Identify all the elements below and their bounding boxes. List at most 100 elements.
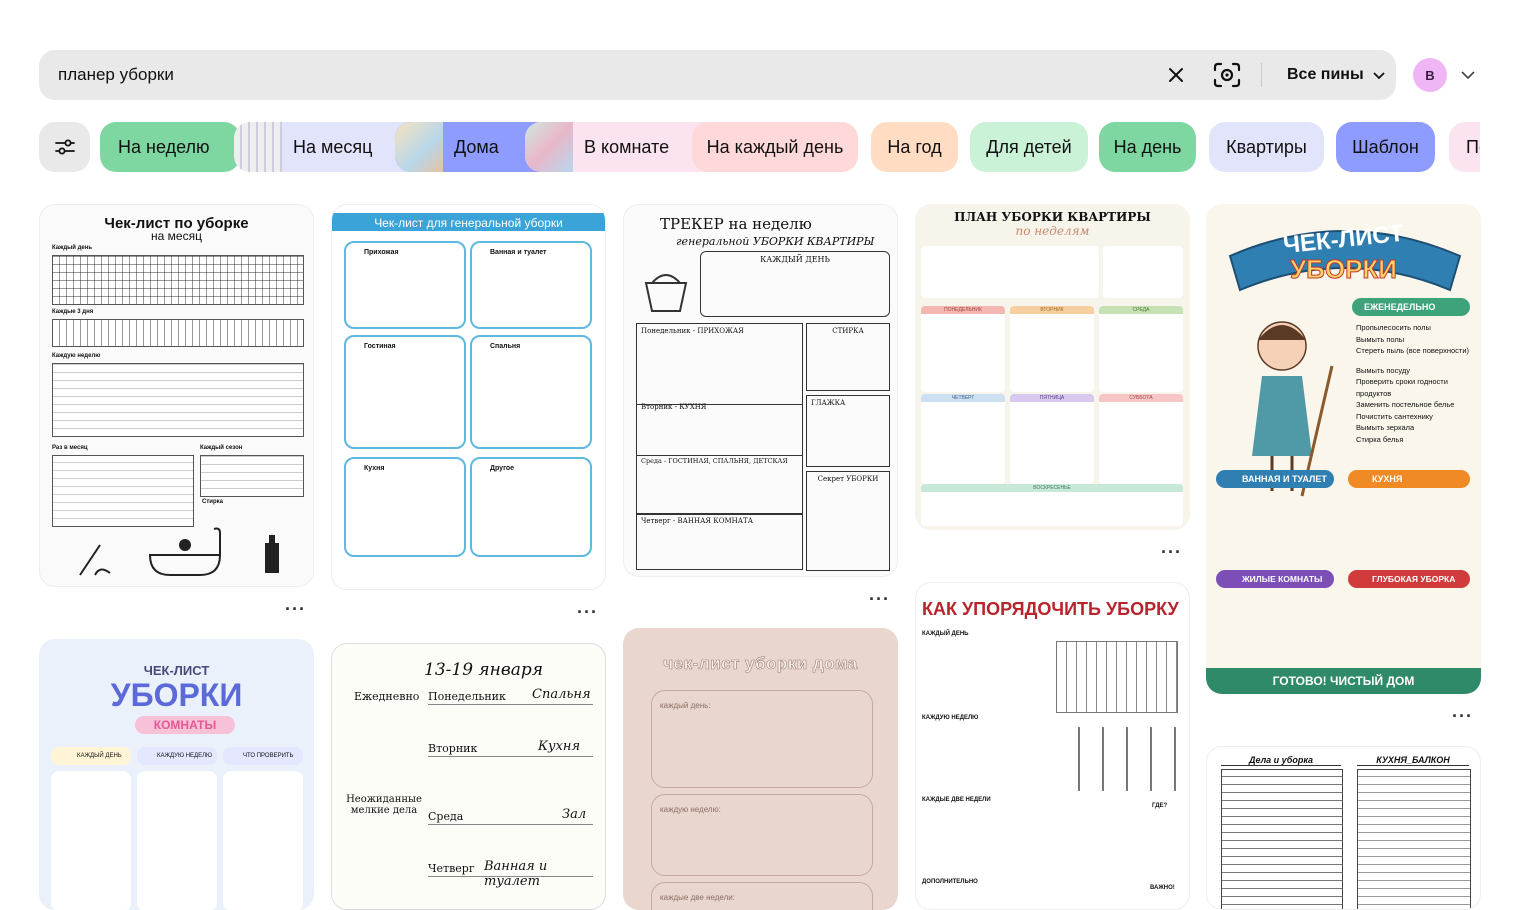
pin-more-options-icon[interactable]: ··· xyxy=(577,603,597,621)
checklist-item: Пропылесосить полы xyxy=(1356,323,1431,332)
pin-section-box: КАЖДЫЙ ДЕНЬ xyxy=(700,251,890,317)
avatar-letter: B xyxy=(1425,67,1435,83)
pin-section: ЧТО ПРОВЕРИТЬ xyxy=(223,747,303,765)
pin-day-card: ПЯТНИЦА xyxy=(1010,394,1094,484)
chip-na-god[interactable]: На год xyxy=(871,122,958,172)
pin-section: ПЯТНИЦА xyxy=(1039,395,1065,401)
pin-section: Ванная и туалет xyxy=(490,249,547,256)
search-divider xyxy=(1261,63,1262,87)
pin-title: КАК УПОРЯДОЧИТЬ УБОРКУ xyxy=(922,599,1179,619)
pin-section: Среда - ГОСТИНАЯ, СПАЛЬНЯ, ДЕТСКАЯ xyxy=(641,457,788,465)
pin-section-box: Секрет УБОРКИ xyxy=(806,471,890,571)
filter-settings-button[interactable] xyxy=(39,122,90,172)
pin-card[interactable]: ЧЕК-ЛИСТ УБОРКИ ЕЖЕНЕДЕЛЬНО Пропылесосит… xyxy=(1206,204,1481,694)
pin-section-box: Среда - ГОСТИНАЯ, СПАЛЬНЯ, ДЕТСКАЯ xyxy=(636,455,803,515)
pin-card[interactable]: КАК УПОРЯДОЧИТЬ УБОРКУ КАЖДЫЙ ДЕНЬ КАЖДУ… xyxy=(915,582,1190,910)
pin-day-card: ЧЕТВЕРГ xyxy=(921,394,1005,484)
pin-section-box: Ванная и туалет xyxy=(470,241,592,329)
pin-grid xyxy=(52,255,304,305)
chip-dlya-detey[interactable]: Для детей xyxy=(970,122,1088,172)
search-input[interactable] xyxy=(56,54,1120,96)
pin-section-box: Другое xyxy=(470,457,592,557)
pin-section: ГЛУБОКАЯ УБОРКА xyxy=(1348,570,1470,588)
pin-subtitle: генеральной УБОРКИ КВАРТИРЫ xyxy=(676,235,875,248)
pin-divider xyxy=(428,876,593,877)
pin-day-card: ВТОРНИК xyxy=(1010,306,1094,392)
pin-card[interactable]: Дела и уборка КУХНЯ_БАЛКОН xyxy=(1206,746,1481,910)
pin-section: ГЛАЖКА xyxy=(811,399,846,407)
pin-more-options-icon[interactable]: ··· xyxy=(1161,543,1181,561)
pin-grid xyxy=(1056,727,1176,791)
pin-title-line2: УБОРКИ xyxy=(1290,254,1398,285)
pin-section-box: Гостиная xyxy=(344,335,466,449)
pin-left-title: Дела и уборка xyxy=(1221,755,1341,766)
pin-card[interactable]: Чек-лист для генеральной уборки Прихожая… xyxy=(331,204,606,590)
pin-right-title: КУХНЯ_БАЛКОН xyxy=(1357,755,1469,766)
pin-section-box: Кухня xyxy=(344,457,466,557)
pin-title: чек-лист уборки дома xyxy=(663,654,858,674)
pin-box xyxy=(921,246,1099,298)
pin-card[interactable]: 13-19 января Ежедневно Понедельник Спаль… xyxy=(331,643,606,910)
pin-section: Каждую неделю xyxy=(52,353,101,359)
pin-divider xyxy=(428,704,593,705)
checklist-item: Вымыть посуду xyxy=(1356,365,1410,375)
pin-section: ПОНЕДЕЛЬНИК xyxy=(944,307,982,313)
chip-po[interactable]: По xyxy=(1449,122,1480,172)
pin-more-options-icon[interactable]: ··· xyxy=(1452,707,1472,725)
pin-section: Секрет УБОРКИ xyxy=(817,475,879,483)
checklist-item: Стирка белья xyxy=(1356,434,1404,444)
chip-label: На день xyxy=(1113,136,1182,157)
pin-section: Зал xyxy=(562,807,587,822)
pin-section: Четверг xyxy=(428,862,475,875)
pin-section: ЖИЛЫЕ КОМНАТЫ xyxy=(1216,570,1334,588)
pin-day-card: СУББОТА xyxy=(1099,394,1183,484)
pin-subtitle: по неделям xyxy=(1015,224,1090,238)
chip-label: На месяц xyxy=(293,136,373,157)
pin-section: Понедельник - ПРИХОЖАЯ xyxy=(641,327,744,335)
account-chevron-down-icon[interactable] xyxy=(1460,67,1476,83)
pin-grid xyxy=(1221,769,1343,909)
pin-more-options-icon[interactable]: ··· xyxy=(285,600,305,618)
pin-section: Гостиная xyxy=(364,343,396,350)
checklist-item: Почистить сантехнику xyxy=(1356,411,1433,421)
pin-section-box: Четверг - ВАННАЯ КОМНАТА xyxy=(636,513,803,570)
pin-card[interactable]: ЧЕК-ЛИСТ УБОРКИ КОМНАТЫ КАЖДЫЙ ДЕНЬ КАЖД… xyxy=(39,639,314,910)
pin-section: Прихожая xyxy=(364,249,399,256)
cleaning-bucket-icon xyxy=(644,274,688,312)
checklist-item: Проверить сроки годности продуктов xyxy=(1356,377,1448,398)
pin-card[interactable]: ТРЕКЕР на неделю генеральной УБОРКИ КВАР… xyxy=(623,204,898,577)
chip-thumbnail xyxy=(525,122,573,172)
pin-more-options-icon[interactable]: ··· xyxy=(869,590,889,608)
chip-na-nedelyu[interactable]: На неделю xyxy=(100,122,240,172)
chip-label: В комнате xyxy=(584,136,670,157)
chip-na-den[interactable]: На день xyxy=(1099,122,1196,172)
pin-section-box: СТИРКА xyxy=(806,323,890,391)
pin-card[interactable]: Чек-лист по уборке на месяц Каждый день … xyxy=(39,204,314,587)
pin-card[interactable]: чек-лист уборки дома каждый день: каждую… xyxy=(623,628,898,910)
visual-search-camera-icon[interactable] xyxy=(1213,62,1241,88)
pin-section: ВТОРНИК xyxy=(1040,307,1064,313)
pin-section: Кухня xyxy=(364,465,385,472)
pin-section: Четверг - ВАННАЯ КОМНАТА xyxy=(641,517,754,525)
pin-section: СРЕДА xyxy=(1132,307,1150,313)
pin-day-card: ПОНЕДЕЛЬНИК xyxy=(921,306,1005,392)
pin-grid xyxy=(1357,769,1471,909)
pin-divider xyxy=(428,756,593,757)
chip-kvartiry[interactable]: Квартиры xyxy=(1209,122,1324,172)
pin-card[interactable]: ПЛАН УБОРКИ КВАРТИРЫ по неделям ПОНЕДЕЛЬ… xyxy=(915,204,1190,530)
chip-label: На каждый день xyxy=(706,136,844,157)
pin-section: КАЖДЫЙ ДЕНЬ xyxy=(51,747,131,765)
pin-section-box: ГЛАЖКА xyxy=(806,395,890,467)
chip-label: По xyxy=(1466,136,1480,157)
pin-section: Спальня xyxy=(490,343,521,350)
chip-label: На неделю xyxy=(118,136,210,157)
chip-thumbnail xyxy=(234,122,282,172)
avatar[interactable]: B xyxy=(1413,58,1447,92)
checklist-item: Вымыть полы xyxy=(1356,334,1405,344)
all-pins-filter-button[interactable]: Все пины xyxy=(1287,50,1386,100)
pin-section: Стирка xyxy=(202,499,223,505)
chip-na-kazhdyy-den[interactable]: На каждый день xyxy=(692,122,858,172)
checklist-item: Вымыть зеркала xyxy=(1356,423,1415,432)
clear-search-icon[interactable] xyxy=(1164,63,1188,87)
chip-shablon[interactable]: Шаблон xyxy=(1336,122,1435,172)
